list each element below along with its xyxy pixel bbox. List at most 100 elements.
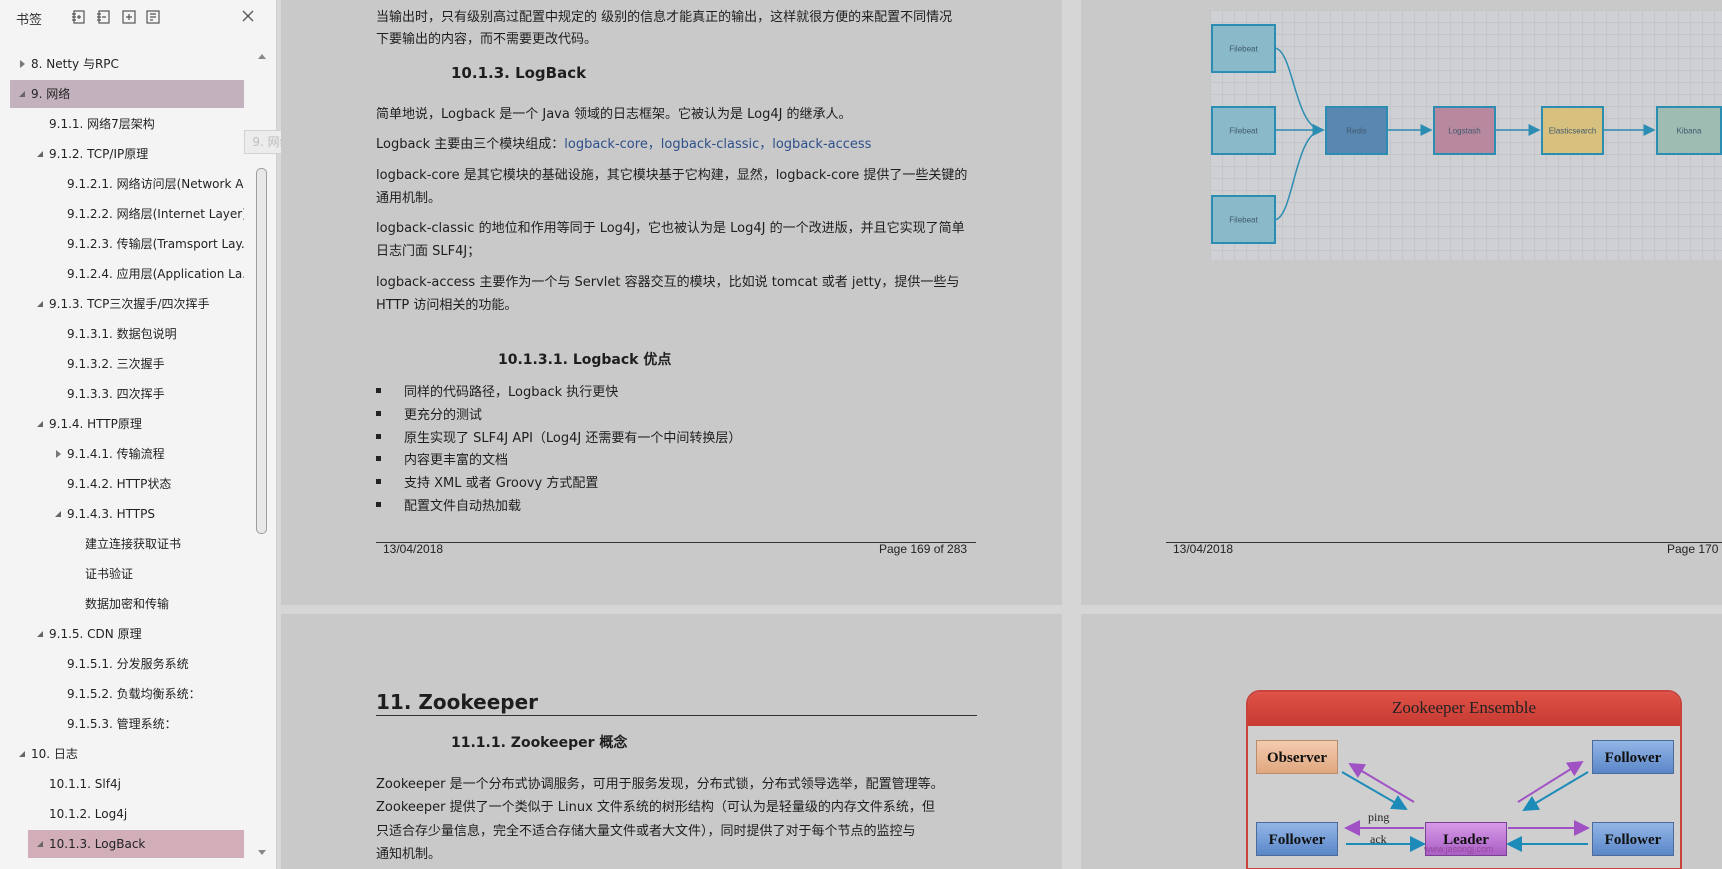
bullet-item: 更充分的测试 [404, 408, 483, 423]
bookmark-label: 9.1.2.1. 网络访问层(Network A... [67, 177, 244, 191]
paragraph-text: Logback 主要由三个模块组成： [376, 137, 565, 152]
bullet-icon [376, 456, 381, 461]
paragraph-line: Zookeeper 是一个分布式协调服务，可用于服务发现，分布式锁，分布式领导选… [376, 777, 944, 792]
expanded-triangle-icon[interactable] [18, 90, 26, 98]
page-169: 当输出时，只有级别高过配置中规定的 级别的信息才能真正的输出，这样就很方便的来配… [281, 0, 1062, 605]
bookmark-item[interactable]: 8. Netty 与RPC [10, 50, 244, 78]
edge-filebeat-1-redis [1273, 47, 1325, 136]
expanded-triangle-icon[interactable] [36, 420, 44, 428]
node-filebeat: Filebeat [1211, 195, 1276, 244]
paragraph: 简单地说，Logback 是一个 Java 领域的日志框架。它被认为是 Log4… [376, 107, 852, 122]
bookmark-label: 8. Netty 与RPC [31, 57, 119, 71]
edge-filebeat-3-redis [1273, 124, 1325, 221]
expand-all-icon[interactable] [71, 9, 87, 25]
node-filebeat: Filebeat [1211, 24, 1276, 73]
bookmark-item[interactable]: 10.1.2. Log4j [28, 800, 244, 828]
paragraph-line: 通知机制。 [376, 847, 442, 862]
bookmark-item[interactable]: 9.1.3.2. 三次握手 [46, 350, 244, 378]
follower-node: Follower [1256, 822, 1338, 856]
bookmark-label: 9.1.3. TCP三次握手/四次挥手 [49, 297, 210, 311]
bullet-icon [376, 479, 381, 484]
paragraph-line: HTTP 访问相关的功能。 [376, 298, 518, 313]
bullet-icon [376, 411, 381, 416]
bookmark-label: 9.1.5.2. 负载均衡系统： [67, 687, 201, 701]
bookmark-label: 9. 网络 [31, 87, 71, 101]
expanded-triangle-icon[interactable] [36, 300, 44, 308]
collapse-all-icon[interactable] [96, 9, 112, 25]
bookmark-label: 数据加密和传输 [85, 597, 170, 611]
collapsed-triangle-icon[interactable] [54, 450, 62, 458]
add-bookmark-icon[interactable] [121, 9, 137, 25]
collapsed-triangle-icon[interactable] [18, 60, 26, 68]
bullet-item: 内容更丰富的文档 [404, 453, 509, 468]
scroll-up-arrow-icon[interactable] [258, 54, 266, 59]
bookmark-item[interactable]: 9.1.5. CDN 原理 [28, 620, 244, 648]
bookmark-label: 9.1.1. 网络7层架构 [49, 117, 155, 131]
paragraph-line: logback-access 主要作为一个与 Servlet 容器交互的模块，比… [376, 275, 960, 290]
page-171: 11. Zookeeper 11.1.1. Zookeeper 概念 Zooke… [281, 614, 1062, 869]
subsection-heading: 10.1.3.1. Logback 优点 [498, 352, 672, 368]
bookmark-tree: 8. Netty 与RPC 9. 网络 9.1.1. 网络7层架构 9.1.2. TC… [0, 50, 254, 869]
bookmark-item[interactable]: 9.1.2. TCP/IP原理 [28, 140, 244, 168]
bookmark-item[interactable]: 10. 日志 [10, 740, 244, 768]
bookmark-item[interactable]: 9.1.3.3. 四次挥手 [46, 380, 244, 408]
bookmark-properties-icon[interactable] [145, 9, 161, 25]
bookmark-item[interactable]: 建立连接获取证书 [64, 530, 244, 558]
scrollbar-thumb[interactable] [256, 168, 267, 534]
paragraph-line: 下要输出的内容，而不需要更改代码。 [376, 32, 598, 47]
footer-rule [1166, 542, 1722, 543]
bullet-icon [376, 388, 381, 393]
bookmark-item[interactable]: 9.1.5.2. 负载均衡系统： [46, 680, 244, 708]
close-icon[interactable] [240, 8, 256, 24]
bookmark-item[interactable]: 9.1.2.1. 网络访问层(Network A... [46, 170, 244, 198]
bookmark-label: 9.1.5. CDN 原理 [49, 627, 142, 641]
expanded-triangle-icon[interactable] [18, 750, 26, 758]
bookmark-label: 9.1.4.1. 传输流程 [67, 447, 165, 461]
bookmark-item[interactable]: 9.1.4. HTTP原理 [28, 410, 244, 438]
bookmark-item[interactable]: 9.1.5.3. 管理系统： [46, 710, 244, 738]
module-links[interactable]: logback-core，logback-classic，logback-acc… [564, 137, 871, 152]
expanded-triangle-icon[interactable] [54, 510, 62, 518]
bookmark-label: 9.1.5.3. 管理系统： [67, 717, 177, 731]
bookmark-label: 9.1.5.1. 分发服务系统 [67, 657, 189, 671]
bookmark-item[interactable]: 9.1.4.3. HTTPS [46, 500, 244, 528]
bookmark-label: 9.1.2.3. 传输层(Tramsport Lay... [67, 237, 244, 251]
paragraph-line: 只适合存少量信息，完全不适合存储大量文件或者大文件），同时提供了对于每个节点的监… [376, 824, 916, 839]
expanded-triangle-icon[interactable] [36, 150, 44, 158]
node-redis: Redis [1325, 106, 1388, 155]
elk-pipeline-diagram: Filebeat Filebeat Filebeat Redis Logstas… [1210, 10, 1722, 260]
bookmark-label: 9.1.2.2. 网络层(Internet Layer) [67, 207, 244, 221]
watermark: www.jasongj.com [1424, 844, 1494, 854]
bookmark-item[interactable]: 数据加密和传输 [64, 590, 244, 618]
bookmark-item[interactable]: 9.1.3. TCP三次握手/四次挥手 [28, 290, 244, 318]
bookmark-item[interactable]: 证书验证 [64, 560, 244, 588]
bookmark-item[interactable]: 10.1.1. Slf4j [28, 770, 244, 798]
footer-page-number: Page 170 [1667, 542, 1719, 556]
bookmark-item[interactable]: 9.1.4.2. HTTP状态 [46, 470, 244, 498]
expanded-triangle-icon[interactable] [36, 630, 44, 638]
bookmark-item[interactable]: 9.1.5.1. 分发服务系统 [46, 650, 244, 678]
node-logstash: Logstash [1433, 106, 1496, 155]
bookmark-item[interactable]: 9.1.2.2. 网络层(Internet Layer) [46, 200, 244, 228]
bookmark-item[interactable]: 9.1.1. 网络7层架构 [28, 110, 244, 138]
bookmark-item[interactable]: 10.1.3. LogBack [28, 830, 244, 858]
zookeeper-ensemble-diagram: Zookeeper Ensemble Observer Follower Fol… [1246, 690, 1682, 869]
follower-node: Follower [1592, 740, 1674, 774]
paragraph-line: logback-core 是其它模块的基础设施，其它模块基于它构建，显然，log… [376, 168, 968, 183]
expanded-triangle-icon[interactable] [36, 840, 44, 848]
bullet-item: 同样的代码路径，Logback 执行更快 [404, 385, 619, 400]
bookmark-label: 9.1.4. HTTP原理 [49, 417, 142, 431]
bullet-item: 支持 XML 或者 Groovy 方式配置 [404, 476, 599, 491]
bookmark-label: 证书验证 [85, 567, 134, 581]
bookmark-item[interactable]: 9.1.3.1. 数据包说明 [46, 320, 244, 348]
observer-node: Observer [1256, 740, 1338, 774]
follower-node: Follower [1592, 822, 1674, 856]
heading-rule [376, 715, 977, 716]
bookmark-label: 10.1.2. Log4j [49, 807, 128, 821]
paragraph-line: Zookeeper 提供了一个类似于 Linux 文件系统的树形结构（可认为是轻… [376, 800, 935, 815]
bookmark-item[interactable]: 9. 网络 [10, 80, 244, 108]
bookmark-item[interactable]: 9.1.2.4. 应用层(Application La... [46, 260, 244, 288]
bookmark-item[interactable]: 9.1.2.3. 传输层(Tramsport Lay... [46, 230, 244, 258]
scroll-down-arrow-icon[interactable] [258, 850, 266, 855]
bookmark-item[interactable]: 9.1.4.1. 传输流程 [46, 440, 244, 468]
